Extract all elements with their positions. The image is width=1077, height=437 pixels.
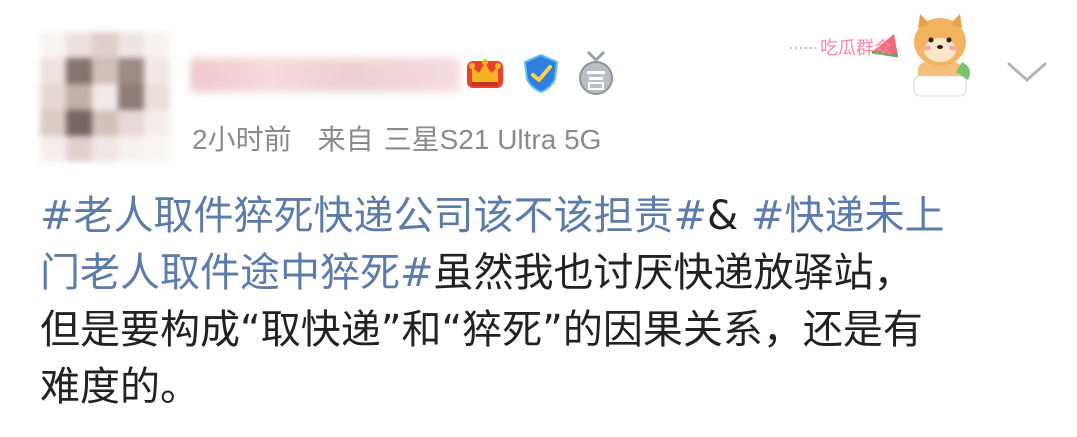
post-text-segment: &: [707, 193, 751, 239]
post-text: #老人取件猝死快递公司该不该担责#& #快递未上 门老人取件途中猝死#虽然我也讨厌…: [40, 188, 1050, 416]
hashtag-link[interactable]: #老人取件猝死快递公司该不该担责#: [40, 193, 707, 239]
post-text-line: 难度的。: [40, 359, 1050, 416]
sticker-text: 吃瓜群众: [820, 38, 892, 58]
post-device: 三星S21 Ultra 5G: [383, 124, 602, 155]
username[interactable]: [190, 58, 460, 92]
avatar[interactable]: [40, 32, 170, 162]
post-meta: 2小时前 来自 三星S21 Ultra 5G: [192, 118, 601, 158]
answer-badge-icon[interactable]: [576, 50, 616, 96]
crown-badge-icon[interactable]: [464, 52, 506, 94]
post-text-segment: 难度的。: [40, 364, 200, 410]
user-badges: [464, 50, 616, 96]
post-text-line: 但是要构成“取快递”和“猝死”的因果关系，还是有: [40, 302, 1050, 359]
weibo-post-card: 2小时前 来自 三星S21 Ultra 5G 吃瓜群众 #老人取件猝死快递公司该不该…: [0, 0, 1077, 437]
post-text-line: #老人取件猝死快递公司该不该担责#& #快递未上: [40, 188, 1050, 245]
hashtag-link[interactable]: 门老人取件途中猝死#: [40, 250, 434, 296]
hashtag-link[interactable]: #快递未上: [751, 193, 945, 239]
post-text-segment: 但是要构成“取快递”和“猝死”的因果关系，还是有: [40, 307, 923, 353]
post-source-prefix: 来自: [317, 124, 374, 155]
post-timestamp[interactable]: 2小时前: [192, 124, 292, 155]
blue-verified-badge-icon[interactable]: [520, 52, 562, 94]
post-text-segment: 虽然我也讨厌快递放驿站，: [433, 250, 914, 296]
post-text-line: 门老人取件途中猝死#虽然我也讨厌快递放驿站，: [40, 245, 1050, 302]
chevron-down-icon[interactable]: [1005, 58, 1049, 86]
